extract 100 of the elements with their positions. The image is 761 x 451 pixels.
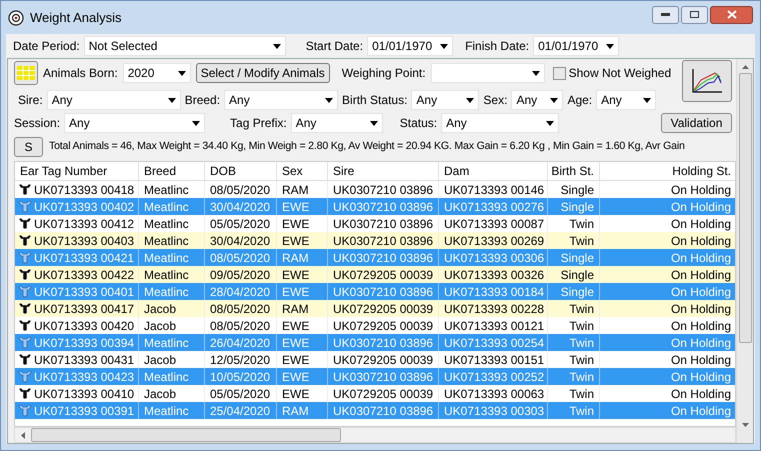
age-label: Age: (567, 92, 592, 109)
table-cell-text: 25/04/2020 (210, 402, 270, 420)
target-icon (8, 10, 24, 26)
table-cell-text: Twin (569, 334, 594, 352)
table-cell-text: Single (560, 284, 594, 300)
sex-label: Sex: (483, 92, 508, 109)
table-cell-text: RAM (282, 250, 309, 266)
column-header[interactable]: DOB (205, 162, 277, 180)
table-cell-text: UK0713393 00402 (34, 198, 134, 216)
sheep-head-icon (18, 251, 32, 264)
sheep-head-icon (18, 387, 32, 400)
table-cell-text: Twin (569, 386, 594, 402)
table-cell-text: On Holding (670, 402, 731, 420)
start-date-label: Start Date: (306, 38, 364, 55)
table-cell-text: Single (560, 198, 594, 216)
validation-button[interactable]: Validation (661, 113, 732, 133)
table-cell-text: On Holding (670, 386, 731, 402)
table-cell-text: UK0307210 03896 (333, 284, 434, 300)
table-cell-text: 10/05/2020 (210, 368, 270, 386)
grid-view-button[interactable] (14, 61, 38, 85)
column-header[interactable]: Sex (277, 162, 328, 180)
table-cell-text: On Holding (670, 198, 731, 216)
table-cell-text: UK0307210 03896 (333, 402, 434, 420)
date-period-select[interactable]: Not Selected (84, 36, 286, 56)
table-cell-text: UK0307210 03896 (333, 216, 434, 232)
s-button[interactable]: S (14, 137, 43, 157)
show-not-weighed-checkbox[interactable] (552, 66, 566, 80)
maximize-button[interactable] (681, 6, 708, 24)
table-cell-text: RAM (282, 300, 309, 318)
table-cell-text: Single (560, 250, 594, 266)
dropdown-caret-icon (192, 120, 200, 126)
table-cell-text: UK0307210 03896 (333, 368, 434, 386)
scroll-thumb[interactable] (31, 428, 341, 442)
table-cell-text: 09/05/2020 (210, 266, 270, 284)
table-cell-text: Twin (569, 368, 594, 386)
sheep-head-icon (18, 183, 32, 196)
table-cell-text: UK0713393 00412 (34, 216, 134, 232)
table-cell-text: EWE (282, 334, 310, 352)
vertical-scrollbar[interactable] (736, 59, 753, 443)
select-modify-animals-button[interactable]: Select / Modify Animals (196, 63, 330, 83)
tag-prefix-select[interactable]: Any (290, 113, 383, 133)
table-cell-text: On Holding (670, 300, 731, 318)
date-period-label: Date Period: (13, 38, 80, 55)
table-cell-text: UK0713393 00087 (444, 216, 544, 232)
summary-text: Total Animals = 46, Max Weight = 34.40 Kg, Min Weigh = 2.80 Kg, Av Weight = 20.94 KG. Max Gain = 6.20 Kg , Min Gain = 1.60 Kg, Avr Gain (49, 139, 685, 154)
horizontal-scrollbar[interactable] (14, 427, 736, 443)
birth-status-select[interactable]: Any (411, 90, 480, 110)
table-cell-text: UK0729205 00039 (333, 386, 434, 402)
table-cell-text: EWE (282, 266, 310, 284)
table-cell-text: Single (560, 266, 594, 284)
close-icon (726, 10, 736, 19)
status-select[interactable]: Any (441, 113, 560, 133)
session-select[interactable]: Any (64, 113, 206, 133)
table-row[interactable]: UK0713393 00422 Meatlinc 09/05/2020 EWE UK0729205 00039 UK0713393 00326 Single On Holding (15, 266, 735, 283)
table-cell-text: On Holding (670, 318, 731, 334)
breed-label: Breed: (184, 92, 220, 109)
column-header[interactable]: Ear Tag Number (15, 162, 139, 180)
start-date-select[interactable]: 01/01/1970 (367, 36, 454, 56)
column-header[interactable]: Dam (439, 162, 548, 180)
table-cell-text: Meatlinc (144, 402, 189, 420)
dropdown-caret-icon (325, 98, 334, 102)
table-cell-text: Twin (569, 352, 594, 368)
sheep-head-icon (18, 200, 32, 213)
table-cell-text: EWE (282, 386, 310, 402)
table-cell-text: EWE (282, 216, 310, 232)
column-header[interactable]: Sire (328, 162, 439, 180)
dropdown-caret-icon (178, 70, 186, 76)
breed-select[interactable]: Any (224, 90, 338, 110)
table-cell-text: UK0729205 00039 (333, 300, 434, 318)
finish-date-select[interactable]: 01/01/1970 (533, 36, 620, 56)
column-header[interactable]: Birth St. (548, 162, 600, 180)
minimize-button[interactable] (652, 6, 679, 24)
table-cell-text: UK0307210 03896 (333, 232, 434, 250)
table-cell-text: UK0307210 03896 (333, 198, 434, 216)
table-cell-text: UK0713393 00151 (444, 352, 544, 368)
table-cell-text: UK0713393 00326 (444, 266, 544, 284)
table-cell-text: Jacob (144, 386, 176, 402)
table-cell-text: UK0713393 00269 (444, 232, 544, 250)
table-row[interactable]: UK0713393 00403 Meatlinc 30/04/2020 EWE UK0307210 03896 UK0713393 00269 Twin On Holding (15, 232, 735, 249)
line-chart-icon (691, 68, 723, 94)
sex-select[interactable]: Any (511, 90, 564, 110)
close-button[interactable] (710, 6, 753, 24)
chart-button[interactable] (682, 60, 732, 102)
age-select[interactable]: Any (596, 90, 656, 110)
column-header[interactable]: Breed (139, 162, 205, 180)
table-cell-text: EWE (282, 368, 310, 386)
table-cell-text: 26/04/2020 (210, 334, 270, 352)
table-cell-text: Meatlinc (144, 266, 189, 284)
table-cell-text: On Holding (670, 266, 731, 284)
table-cell-text: UK0713393 00403 (34, 232, 134, 250)
table-cell-text: UK0713393 00063 (444, 386, 544, 402)
sire-select[interactable]: Any (46, 90, 181, 110)
table-cell-text: Meatlinc (144, 334, 189, 352)
table-cell-text: 08/05/2020 (210, 300, 270, 318)
scroll-thumb[interactable] (738, 73, 752, 343)
sheep-head-icon (18, 217, 32, 230)
table-cell-text: Jacob (144, 300, 176, 318)
table-row[interactable]: UK0713393 00417 Jacob 08/05/2020 RAM UK0729205 00039 UK0713393 00228 Twin On Holding (15, 300, 735, 317)
minimize-icon (661, 13, 670, 16)
animals-born-select[interactable]: 2020 (122, 63, 191, 83)
